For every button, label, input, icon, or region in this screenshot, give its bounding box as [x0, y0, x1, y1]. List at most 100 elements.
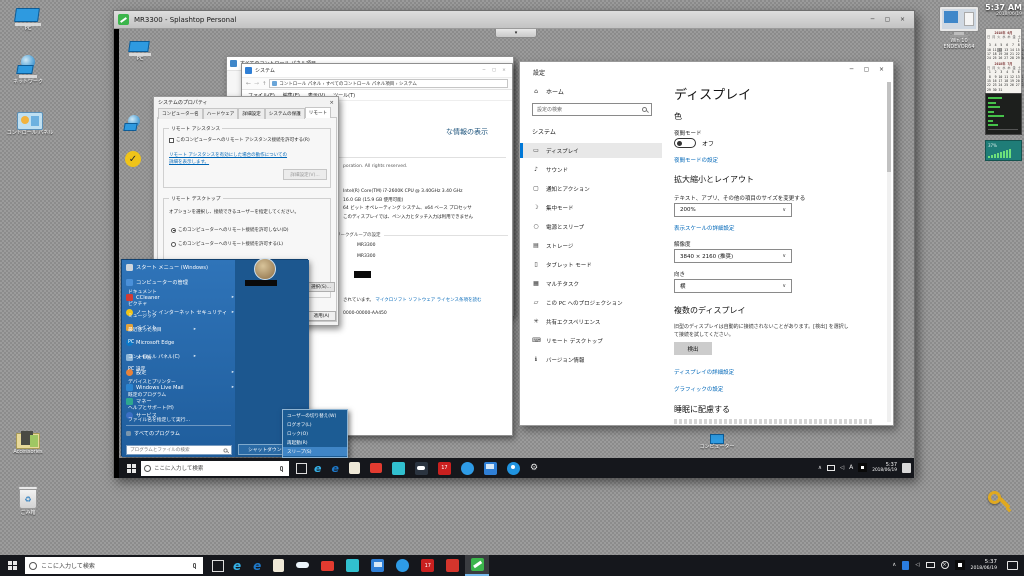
error-circle-icon[interactable]: ×	[940, 561, 949, 570]
remote-icon-pc[interactable]: PC	[124, 41, 156, 62]
minimize-icon[interactable]: ─	[479, 68, 489, 73]
calendar-17-app-icon[interactable]: 17	[437, 461, 451, 475]
clock-date[interactable]: 2018/06/19	[971, 566, 997, 572]
bluetooth-icon[interactable]	[902, 560, 910, 570]
start-item-help[interactable]: ヘルプとサポート(H)	[128, 404, 196, 411]
remote-icon-check[interactable]: ✓	[125, 151, 145, 169]
close-icon[interactable]: ×	[499, 68, 509, 73]
cyan-app-icon[interactable]	[346, 559, 360, 572]
desktop-icon-recycle-bin[interactable]: ♻ ごみ箱	[6, 486, 50, 516]
remote-assistance-checkbox[interactable]: このコンピューターへのリモート アシスタンス接続を許可する(R)	[169, 137, 310, 143]
sidebar-item-remote-desktop[interactable]: ⌨ リモート デスクトップ	[532, 333, 662, 348]
minimize-icon[interactable]: ─	[844, 66, 859, 73]
advanced-display-link[interactable]: ディスプレイの詳細設定	[674, 368, 734, 376]
blue-round-app-icon[interactable]	[396, 559, 410, 572]
start-button[interactable]	[127, 463, 136, 473]
sidebar-item-tablet[interactable]: ▯ タブレット モード	[532, 257, 662, 272]
desktop-icon-network[interactable]: ネットワーク	[6, 55, 50, 85]
red-app-icon[interactable]	[369, 463, 382, 473]
start-item-pictures[interactable]: ピクチャ	[128, 300, 196, 307]
tab-computer-name[interactable]: コンピューター名	[158, 108, 203, 119]
network-display-icon[interactable]	[925, 562, 935, 569]
deny-connections-radio[interactable]: このコンピューターへのリモート接続を許可しない(D)	[171, 227, 288, 233]
start-item-start-menu-windows[interactable]: スタート メニュー (Windows)	[126, 261, 234, 274]
sidebar-item-focus[interactable]: ☽ 集中モード	[532, 200, 662, 215]
select-users-button[interactable]: 選択(S)...	[307, 282, 335, 292]
splashtop-toolbar-tab[interactable]: ▾	[495, 29, 537, 38]
sidebar-item-sound[interactable]: ♪ サウンド	[532, 162, 662, 177]
apply-button[interactable]: 適用(A)	[307, 311, 336, 321]
orientation-dropdown[interactable]: 横 ∨	[674, 279, 792, 293]
edge-icon[interactable]: e	[253, 559, 261, 573]
scrollbar[interactable]	[887, 82, 891, 422]
breadcrumb[interactable]: コントロール パネル › すべてのコントロール パネル項目 › システム	[269, 79, 508, 88]
red-app-icon[interactable]	[321, 560, 335, 571]
splashtop-taskbar-button[interactable]	[465, 555, 490, 576]
blue-monitor-app-icon[interactable]	[371, 559, 385, 572]
license-link[interactable]: マイクロソフト ソフトウェア ライセンス条項を読む	[375, 298, 481, 303]
start-item-devices-printers[interactable]: デバイスとプリンター	[128, 378, 196, 385]
tab-protection[interactable]: システムの保護	[264, 108, 305, 119]
taskbar-search-input[interactable]: ここに入力して検索	[141, 460, 289, 476]
sidebar-item-multitask[interactable]: ▦ マルチタスク	[532, 276, 662, 291]
cloud-app-icon[interactable]	[414, 461, 428, 475]
blue-round-app-icon[interactable]	[460, 461, 474, 475]
start-item-default-programs[interactable]: 既定のプログラム	[128, 391, 196, 398]
store-icon[interactable]	[348, 462, 360, 474]
up-icon[interactable]: ↑	[262, 81, 266, 87]
tray-date[interactable]: 2018/06/19	[872, 468, 897, 473]
start-item-control-panel[interactable]: コントロール パネル(C) ▸	[128, 353, 196, 360]
power-switch-user[interactable]: ユーザーの切り替え(W)	[283, 411, 347, 420]
power-restart[interactable]: 再起動(R)	[283, 438, 347, 447]
start-item-recent[interactable]: 最近使った項目 ▸	[128, 326, 196, 333]
key-icon[interactable]	[988, 491, 1014, 517]
start-item-pc[interactable]: PC	[128, 340, 196, 345]
desktop-icon-accessories[interactable]: Accessories	[6, 431, 50, 455]
gear-icon[interactable]: ⚙	[530, 463, 538, 473]
minimize-icon[interactable]: ─	[865, 16, 880, 23]
allow-connections-radio[interactable]: このコンピューターへのリモート接続を許可する(L)	[171, 241, 283, 247]
remote-icon-computer[interactable]: コンピューター	[692, 434, 742, 450]
tab-hardware[interactable]: ハードウェア	[202, 108, 239, 119]
system-titlebar[interactable]: システム ─ ▢ ×	[242, 64, 512, 77]
close-icon[interactable]: ×	[895, 16, 910, 23]
tray-ime-icon[interactable]	[858, 463, 868, 473]
start-item-run[interactable]: ファイル名を指定して実行...	[128, 416, 196, 423]
night-mode-link[interactable]: 夜間モードの設定	[674, 156, 718, 164]
user-avatar[interactable]	[254, 258, 276, 280]
forward-icon[interactable]: →	[254, 80, 259, 87]
tab-advanced[interactable]: 詳細設定	[238, 108, 265, 119]
scale-link[interactable]: 表示スケールの詳細設定	[674, 224, 735, 232]
maximize-icon[interactable]: ▢	[489, 68, 499, 73]
tray-speaker-icon[interactable]: ◁	[840, 465, 844, 471]
close-icon[interactable]: ×	[329, 100, 334, 106]
scale-dropdown[interactable]: 200% ∨	[674, 203, 792, 217]
sidebar-item-power[interactable]: ○ 電源とスリープ	[532, 219, 662, 234]
start-search-input[interactable]: プログラムとファイルの検索	[126, 445, 232, 455]
onedrive-icon[interactable]	[296, 559, 310, 572]
task-view-icon[interactable]	[296, 462, 307, 474]
task-view-icon[interactable]	[212, 559, 224, 572]
desktop-icon-control-panel[interactable]: コントロール パネル	[6, 112, 54, 136]
start-item-pc-settings[interactable]: PC 設定	[128, 365, 196, 372]
blue-monitor-app-icon[interactable]	[483, 461, 497, 475]
sidebar-item-storage[interactable]: ▤ ストレージ	[532, 238, 662, 253]
store-icon[interactable]	[273, 559, 285, 572]
sidebar-item-display[interactable]: ▭ ディスプレイ	[523, 143, 662, 158]
graphics-link[interactable]: グラフィックの設定	[674, 385, 723, 393]
tab-remote[interactable]: リモート	[304, 107, 332, 118]
advanced-settings-button[interactable]: 詳細設定(V)...	[283, 169, 327, 180]
resolution-dropdown[interactable]: 3840 × 2160 (推奨) ∨	[674, 249, 792, 263]
back-icon[interactable]: ←	[246, 80, 251, 87]
maximize-icon[interactable]: ▢	[859, 66, 874, 73]
start-item-music[interactable]: ミュージック	[128, 312, 196, 319]
power-sleep[interactable]: スリープ(S)	[283, 447, 347, 456]
tray-chevron-up-icon[interactable]: ∧	[818, 465, 822, 471]
red-char-app-icon[interactable]	[446, 559, 460, 572]
power-lock[interactable]: ロック(O)	[283, 429, 347, 438]
tray-ime-letter[interactable]: A	[849, 464, 853, 471]
remote-icon-network[interactable]	[123, 115, 147, 135]
night-mode-toggle[interactable]: オフ	[674, 138, 714, 148]
people-app-icon[interactable]	[506, 461, 520, 475]
ie-icon[interactable]: e	[233, 559, 241, 573]
